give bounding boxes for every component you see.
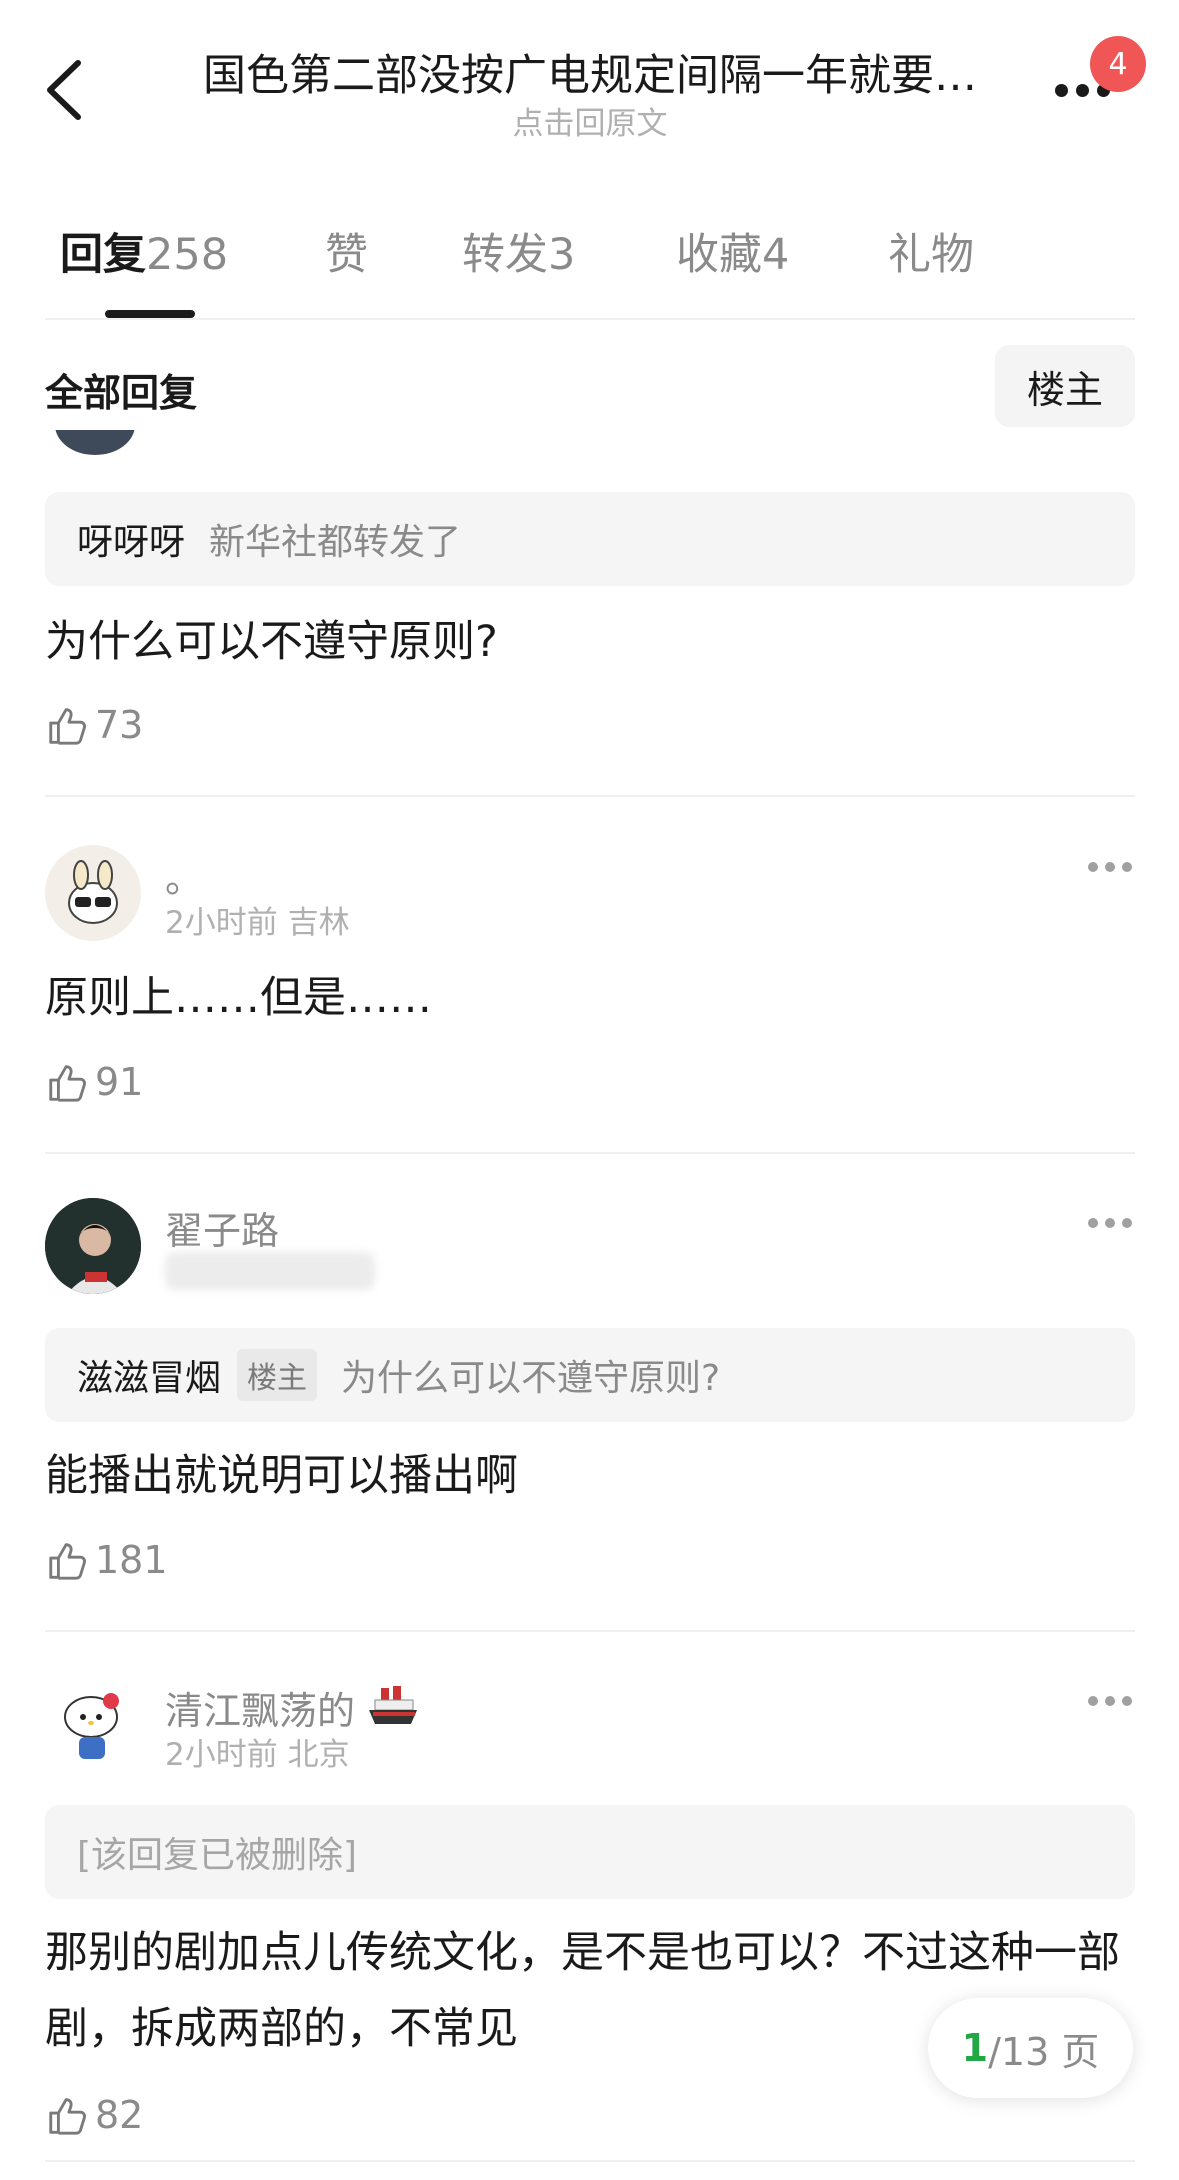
tab-reposts[interactable]: 转发3 [462,220,575,282]
back-to-original-link[interactable]: 点击回原文 [180,104,1000,144]
comment-content: 原则上……但是…… [45,973,432,1023]
more-dot-icon [1055,83,1068,97]
like-count: 73 [95,703,144,747]
like-button[interactable]: 91 [45,1052,143,1112]
more-dot-icon [1122,1218,1132,1228]
username[interactable]: 。 [165,848,203,903]
op-only-filter-button[interactable]: 楼主 [995,345,1135,427]
like-count: 91 [95,1060,144,1104]
more-dot-icon [1105,1218,1115,1228]
quote-text: 为什么可以不遵守原则? [341,1358,721,1399]
comment-more-button[interactable] [1088,1696,1134,1708]
comment-more-button[interactable] [1088,862,1134,874]
comment-content: 为什么可以不遵守原则? [45,617,498,667]
title-block[interactable]: 国色第二部没按广电规定间隔一年就要… 点击回原文 [180,48,1000,144]
thumbs-up-icon [49,2098,86,2135]
tab-favorites[interactable]: 收藏4 [676,220,789,282]
more-dot-icon [1105,862,1115,872]
quote-author[interactable]: 呀呀呀 [77,513,185,565]
quoted-reply-deleted: [该回复已被删除] [45,1805,1135,1899]
comment-more-button[interactable] [1088,1218,1134,1230]
like-button[interactable]: 73 [45,695,143,755]
notification-badge: 4 [1090,36,1146,92]
top-bar: 国色第二部没按广电规定间隔一年就要… 点击回原文 4 [0,0,1179,160]
username[interactable]: 翟子路 [165,1200,279,1255]
op-tag: 楼主 [237,1349,318,1401]
avatar [55,430,135,455]
deleted-reply-notice: [该回复已被删除] [77,1835,358,1876]
like-button[interactable]: 82 [45,2085,143,2145]
more-dot-icon [1122,1696,1132,1706]
divider [45,1152,1135,1154]
timestamp-location: 2小时前 吉林 [165,905,350,941]
more-dot-icon [1076,83,1089,97]
quoted-reply[interactable]: 呀呀呀 新华社都转发了 [45,492,1135,586]
tab-bar: 回复258 赞 转发3 收藏4 礼物 [0,220,1179,320]
more-dot-icon [1105,1696,1115,1706]
divider [45,1630,1135,1632]
photo-avatar-icon [45,1198,141,1294]
quoted-reply[interactable]: 滋滋冒烟 楼主 为什么可以不遵守原则? [45,1328,1135,1422]
avatar[interactable] [45,1198,141,1294]
blurred-meta [165,1252,375,1290]
avatar[interactable] [45,845,141,941]
more-dot-icon [1088,1218,1098,1228]
avatar[interactable] [45,1677,141,1773]
divider [45,2160,1135,2162]
all-replies-label: 全部回复 [45,371,198,415]
thumbs-up-icon [49,1543,86,1580]
more-dot-icon [1088,862,1098,872]
quote-author[interactable]: 滋滋冒烟 [77,1349,221,1401]
total-pages: /13 页 [988,2029,1100,2074]
tab-gifts[interactable]: 礼物 [888,220,974,282]
post-title[interactable]: 国色第二部没按广电规定间隔一年就要… [180,48,1000,104]
divider [45,795,1135,797]
current-page: 1 [961,2026,989,2070]
like-count: 181 [95,1538,168,1582]
like-count: 82 [95,2093,144,2137]
tab-replies[interactable]: 回复258 [60,220,228,282]
partial-comment-header [0,430,1179,460]
like-button[interactable]: 181 [45,1530,168,1590]
comment-content: 能播出就说明可以播出啊 [45,1451,518,1501]
tab-likes[interactable]: 赞 [325,220,368,282]
page-indicator-button[interactable]: 1/13 页 [928,1998,1133,2098]
hello-kitty-avatar-icon [64,1693,119,1759]
active-tab-indicator [105,310,195,318]
cartoon-avatar-icon [68,860,118,924]
divider [45,318,1135,320]
username[interactable]: 清江飘荡的 [165,1680,419,1735]
ship-emoji-icon [367,1686,419,1733]
more-dot-icon [1122,862,1132,872]
back-button[interactable] [40,55,90,125]
more-dot-icon [1088,1696,1098,1706]
timestamp-location: 2小时前 北京 [165,1737,350,1773]
thumbs-up-icon [49,1065,86,1102]
quote-text: 新华社都转发了 [209,522,462,563]
chevron-left-icon [47,60,81,120]
thumbs-up-icon [49,708,86,745]
